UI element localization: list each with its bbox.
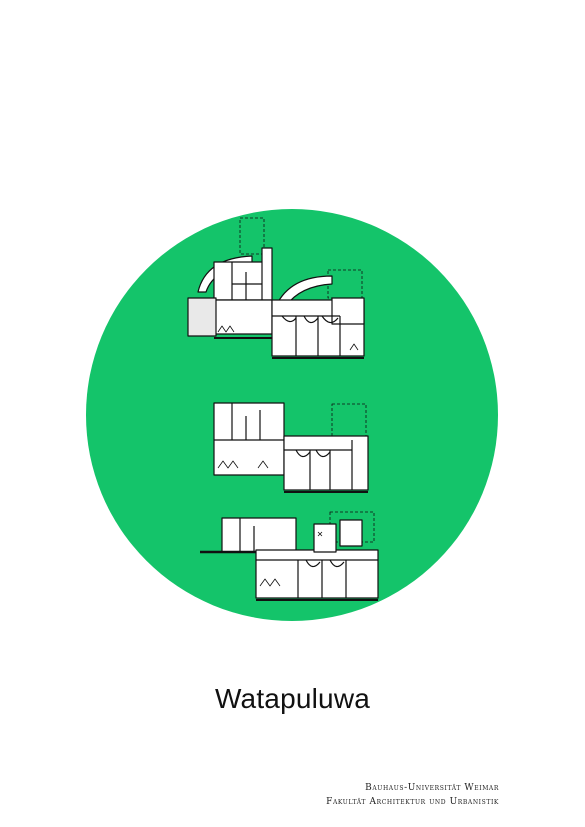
faculty-name: Fakultät Architektur und Urbanistik [326,797,499,807]
university-name: Bauhaus-Universität Weimar [365,783,499,793]
poster-title: Watapuluwa [214,683,371,714]
floor-plan-middle-level [213,402,369,493]
institution-credits: Bauhaus-Universität Weimar Fakultät Arch… [326,781,499,809]
floor-plan-lower-level [200,511,379,601]
floor-plan-upper-level [187,217,365,359]
poster: Watapuluwa Bauhaus-Universität Weimar Fa… [0,0,585,827]
